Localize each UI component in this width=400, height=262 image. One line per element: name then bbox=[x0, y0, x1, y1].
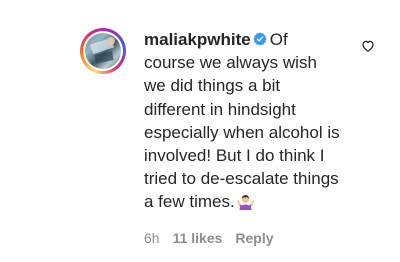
comment-body: maliakpwhite Of course we always wish we… bbox=[144, 28, 340, 214]
comment-meta: 6h 11 likes Reply bbox=[144, 230, 274, 246]
reply-button[interactable]: Reply bbox=[235, 230, 273, 246]
shrug-emoji-icon bbox=[236, 195, 254, 211]
likes-count[interactable]: 11 likes bbox=[173, 230, 223, 246]
verified-badge-icon bbox=[253, 32, 267, 46]
comment: maliakpwhite Of course we always wish we… bbox=[0, 0, 400, 262]
timestamp[interactable]: 6h bbox=[144, 230, 160, 246]
username-link[interactable]: maliakpwhite bbox=[144, 30, 251, 49]
avatar[interactable] bbox=[80, 28, 126, 74]
heart-outline-icon[interactable] bbox=[361, 39, 375, 53]
avatar-image bbox=[85, 33, 121, 69]
comment-text: Of course we always wish we did things a… bbox=[144, 30, 340, 212]
